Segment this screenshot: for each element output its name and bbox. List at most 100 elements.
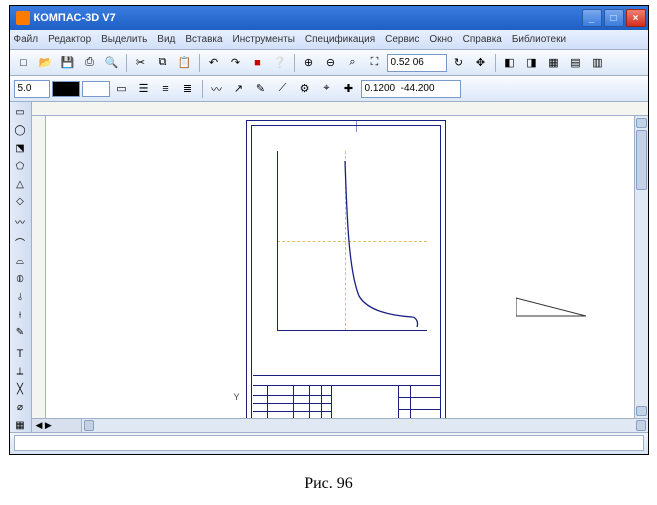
menu-help[interactable]: Справка bbox=[463, 34, 502, 45]
rect-tool-icon[interactable]: ▭ bbox=[11, 106, 29, 120]
copy-icon[interactable]: ⧉ bbox=[153, 53, 173, 73]
zoom-field[interactable] bbox=[387, 54, 447, 72]
layout-2-icon[interactable]: ◨ bbox=[522, 53, 542, 73]
scroll-left-button[interactable] bbox=[84, 420, 94, 431]
separator bbox=[199, 54, 200, 72]
style-4-icon[interactable]: ≣ bbox=[178, 79, 198, 99]
text-tool-icon[interactable]: Ｔ bbox=[11, 344, 29, 361]
canvas-area: Y ◀ ▶ bbox=[32, 102, 648, 432]
figure-caption: Рис. 96 bbox=[0, 475, 657, 493]
menu-file[interactable]: Файл bbox=[14, 34, 39, 45]
scroll-right-button[interactable] bbox=[636, 420, 646, 431]
snap-icon[interactable]: ⌖ bbox=[317, 79, 337, 99]
arrow-icon[interactable]: ↗ bbox=[229, 79, 249, 99]
trim-tool-icon[interactable]: ╳ bbox=[11, 383, 29, 397]
layout-5-icon[interactable]: ▥ bbox=[588, 53, 608, 73]
stop-icon[interactable]: ■ bbox=[248, 53, 268, 73]
open-icon[interactable]: 📂 bbox=[36, 53, 56, 73]
title-block bbox=[253, 375, 441, 418]
refresh-icon[interactable]: ↻ bbox=[449, 53, 469, 73]
status-field bbox=[14, 435, 644, 451]
drawing-sheet bbox=[246, 120, 446, 418]
redo-icon[interactable]: ↷ bbox=[226, 53, 246, 73]
dim-tool-icon[interactable]: ⫰ bbox=[11, 290, 29, 304]
help-icon[interactable]: ❔ bbox=[270, 53, 290, 73]
tri-tool-icon[interactable]: △ bbox=[11, 177, 29, 191]
zoom-out-icon[interactable]: ⊖ bbox=[321, 53, 341, 73]
style-2-icon[interactable]: ☰ bbox=[134, 79, 154, 99]
wedge-shape bbox=[516, 296, 586, 320]
app-icon bbox=[16, 11, 30, 25]
scrollbar-horizontal[interactable]: ◀ ▶ bbox=[32, 418, 648, 432]
diam-tool-icon[interactable]: ⌀ bbox=[11, 400, 29, 414]
minimize-button[interactable]: _ bbox=[582, 9, 602, 27]
scroll-thumb-v[interactable] bbox=[636, 130, 647, 190]
preview-icon[interactable]: 🔍 bbox=[102, 53, 122, 73]
perp-tool-icon[interactable]: ⟂ bbox=[11, 365, 29, 379]
scrollbar-vertical[interactable] bbox=[634, 116, 648, 418]
zoom-window-icon[interactable]: ⌕ bbox=[343, 53, 363, 73]
bg-swatch[interactable] bbox=[82, 81, 110, 97]
pan-icon[interactable]: ✥ bbox=[471, 53, 491, 73]
menu-edit[interactable]: Редактор bbox=[48, 34, 91, 45]
print-icon[interactable]: ⎙ bbox=[80, 53, 100, 73]
scroll-up-button[interactable] bbox=[636, 118, 647, 128]
top-fragment bbox=[277, 120, 357, 134]
menu-tools[interactable]: Инструменты bbox=[233, 34, 295, 45]
main-area: ▭ ◯ ⬔ ⬠ △ ◇ 〰 ⌒ ⌓ ⦶ ⫰ ⟊ ✎ Ｔ ⟂ ╳ ⌀ ▦ bbox=[10, 102, 648, 432]
style-1-icon[interactable]: ▭ bbox=[112, 79, 132, 99]
save-icon[interactable]: 💾 bbox=[58, 53, 78, 73]
zoom-fit-icon[interactable]: ⛶ bbox=[365, 53, 385, 73]
scroll-down-button[interactable] bbox=[636, 406, 647, 416]
layout-4-icon[interactable]: ▤ bbox=[566, 53, 586, 73]
poly2-tool-icon[interactable]: ⬠ bbox=[11, 159, 29, 173]
close-button[interactable]: × bbox=[626, 9, 646, 27]
separator bbox=[495, 54, 496, 72]
edit-icon[interactable]: ✎ bbox=[251, 79, 271, 99]
ruler-vertical bbox=[32, 116, 46, 418]
hatch-tool-icon[interactable]: ⟊ bbox=[11, 308, 29, 322]
style-3-icon[interactable]: ≡ bbox=[156, 79, 176, 99]
arc-tool-icon[interactable]: ⌒ bbox=[11, 234, 29, 251]
curve-tool-icon[interactable]: 〰 bbox=[11, 213, 29, 230]
sheet-tabs[interactable]: ◀ ▶ bbox=[32, 419, 82, 432]
size-field[interactable] bbox=[14, 80, 50, 98]
menu-view[interactable]: Вид bbox=[157, 34, 175, 45]
separator bbox=[202, 80, 203, 98]
spline-icon[interactable]: 〰 bbox=[207, 79, 227, 99]
menu-insert[interactable]: Вставка bbox=[185, 34, 222, 45]
layout-3-icon[interactable]: ▦ bbox=[544, 53, 564, 73]
maximize-button[interactable]: □ bbox=[604, 9, 624, 27]
diamond-tool-icon[interactable]: ◇ bbox=[11, 195, 29, 209]
pencil-tool-icon[interactable]: ✎ bbox=[11, 326, 29, 340]
layout-1-icon[interactable]: ◧ bbox=[500, 53, 520, 73]
fg-swatch[interactable] bbox=[52, 81, 80, 97]
arc2-tool-icon[interactable]: ⌓ bbox=[11, 255, 29, 269]
menu-spec[interactable]: Спецификация bbox=[305, 34, 375, 45]
grid-tool-icon[interactable]: ▦ bbox=[11, 418, 29, 432]
crosshair-icon[interactable]: ✚ bbox=[339, 79, 359, 99]
poly1-tool-icon[interactable]: ⬔ bbox=[11, 142, 29, 156]
menu-service[interactable]: Сервис bbox=[385, 34, 419, 45]
new-icon[interactable]: □ bbox=[14, 53, 34, 73]
undo-icon[interactable]: ↶ bbox=[204, 53, 224, 73]
menu-window[interactable]: Окно bbox=[429, 34, 452, 45]
circle-tool-icon[interactable]: ◯ bbox=[11, 124, 29, 138]
line-icon[interactable]: ⟋ bbox=[273, 79, 293, 99]
titlebar: КОМПАС-3D V7 _ □ × bbox=[10, 6, 648, 30]
menu-select[interactable]: Выделить bbox=[101, 34, 147, 45]
cut-icon[interactable]: ✂ bbox=[131, 53, 151, 73]
ruler-horizontal bbox=[32, 102, 648, 116]
toolbar-main: □ 📂 💾 ⎙ 🔍 ✂ ⧉ 📋 ↶ ↷ ■ ❔ ⊕ ⊖ ⌕ ⛶ ↻ ✥ ◧ ◨ … bbox=[10, 50, 648, 76]
curve-plot bbox=[277, 151, 427, 331]
menubar: Файл Редактор Выделить Вид Вставка Инстр… bbox=[10, 30, 648, 50]
statusbar bbox=[10, 432, 648, 454]
menu-lib[interactable]: Библиотеки bbox=[512, 34, 566, 45]
ellipse-tool-icon[interactable]: ⦶ bbox=[11, 273, 29, 287]
gear-icon[interactable]: ⚙ bbox=[295, 79, 315, 99]
paste-icon[interactable]: 📋 bbox=[175, 53, 195, 73]
zoom-in-icon[interactable]: ⊕ bbox=[299, 53, 319, 73]
window-title: КОМПАС-3D V7 bbox=[34, 12, 116, 24]
coord-readout[interactable] bbox=[361, 80, 461, 98]
drawing-canvas[interactable]: Y bbox=[46, 116, 634, 418]
